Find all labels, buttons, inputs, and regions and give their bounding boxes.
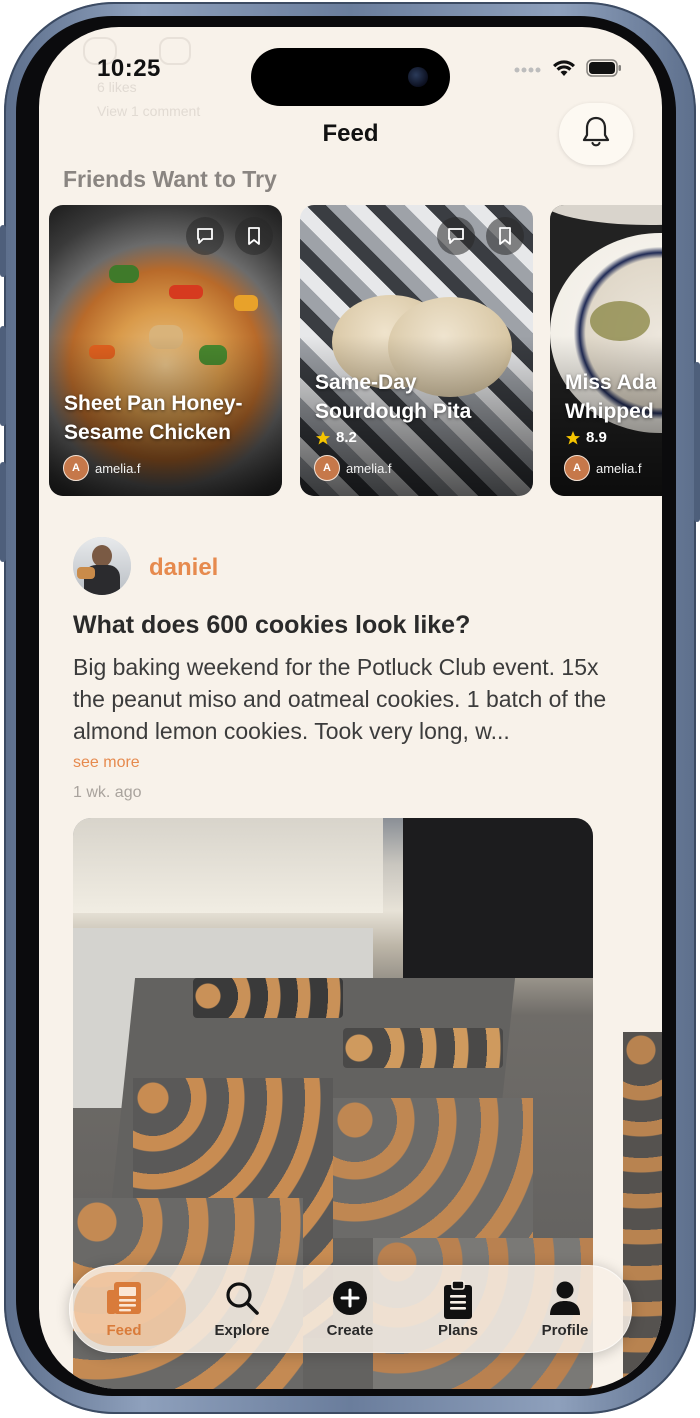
app-screen: 6 likes View 1 comment 10:25 Feed Friend… (39, 27, 662, 1389)
battery-icon (586, 59, 622, 82)
post-body: Big baking weekend for the Potluck Club … (73, 654, 607, 744)
card-author[interactable]: A amelia.f (314, 455, 392, 481)
signal-icon (514, 62, 542, 80)
recipe-card[interactable]: Sheet Pan Honey- Sesame Chicken A amelia.… (49, 205, 282, 496)
see-more-link[interactable]: see more (73, 754, 140, 772)
card-author[interactable]: A amelia.f (63, 455, 141, 481)
card-title: Sheet Pan Honey- Sesame Chicken (64, 392, 243, 444)
tab-plans[interactable]: Plans (404, 1266, 512, 1352)
ghost-comment-icon (159, 37, 191, 65)
author-name: amelia.f (596, 460, 642, 476)
star-icon (316, 430, 330, 444)
rating-value: 8.9 (586, 429, 607, 446)
notifications-button[interactable] (559, 103, 633, 165)
tab-explore[interactable]: Explore (188, 1266, 296, 1352)
power-button (694, 362, 700, 522)
comment-icon (448, 228, 464, 244)
ghost-comment-link: View 1 comment (97, 103, 201, 119)
volume-up-button (0, 326, 6, 426)
recipe-card[interactable]: Same-Day Sourdough Pita 8.2 A amelia.f (300, 205, 533, 496)
volume-down-button (0, 462, 6, 562)
tab-label: Plans (437, 1322, 479, 1339)
status-time: 10:25 (97, 55, 161, 82)
tab-label: Feed (106, 1322, 142, 1339)
comment-button[interactable] (186, 217, 224, 255)
comment-icon (197, 228, 213, 244)
camera-icon (408, 67, 428, 87)
rating-value: 8.2 (336, 429, 357, 446)
author-name: amelia.f (95, 460, 141, 476)
action-button (0, 225, 6, 277)
bookmark-button[interactable] (235, 217, 273, 255)
post-title: What does 600 cookies look like? (73, 611, 471, 639)
post-username[interactable]: daniel (149, 554, 218, 582)
wifi-icon (552, 59, 576, 82)
card-rating: 8.2 (315, 429, 357, 446)
star-icon (566, 430, 580, 444)
bookmark-icon (248, 227, 260, 245)
tab-profile[interactable]: Profile (511, 1266, 619, 1352)
search-icon (226, 1282, 259, 1315)
bookmark-icon (499, 227, 511, 245)
person-icon (550, 1281, 580, 1315)
tab-feed[interactable]: Feed (70, 1266, 186, 1352)
tab-label: Profile (541, 1322, 589, 1339)
user-avatar[interactable] (73, 537, 131, 595)
tab-bar: Feed Explore Create Plans Profile (69, 1265, 632, 1353)
bookmark-button[interactable] (486, 217, 524, 255)
clipboard-icon (444, 1280, 472, 1319)
card-author[interactable]: A amelia.f (564, 455, 642, 481)
tab-label: Create (326, 1322, 374, 1339)
comment-button[interactable] (437, 217, 475, 255)
card-rating: 8.9 (565, 429, 607, 446)
bell-icon (580, 115, 612, 154)
card-title: Same-Day Sourdough Pita (315, 371, 472, 423)
dynamic-island (251, 48, 450, 106)
avatar: A (63, 455, 89, 481)
recipe-card[interactable]: Miss Ada Whipped 8.9 A amelia.f (550, 205, 662, 496)
feed-icon (107, 1282, 141, 1314)
post-timestamp: 1 wk. ago (73, 784, 142, 801)
avatar: A (314, 455, 340, 481)
avatar: A (564, 455, 590, 481)
status-icons (514, 59, 622, 82)
tab-create[interactable]: Create (296, 1266, 404, 1352)
plus-circle-icon (333, 1281, 367, 1315)
section-title: Friends Want to Try (63, 166, 277, 192)
author-name: amelia.f (346, 460, 392, 476)
tab-label: Explore (214, 1322, 270, 1339)
card-title: Miss Ada Whipped (565, 371, 657, 423)
